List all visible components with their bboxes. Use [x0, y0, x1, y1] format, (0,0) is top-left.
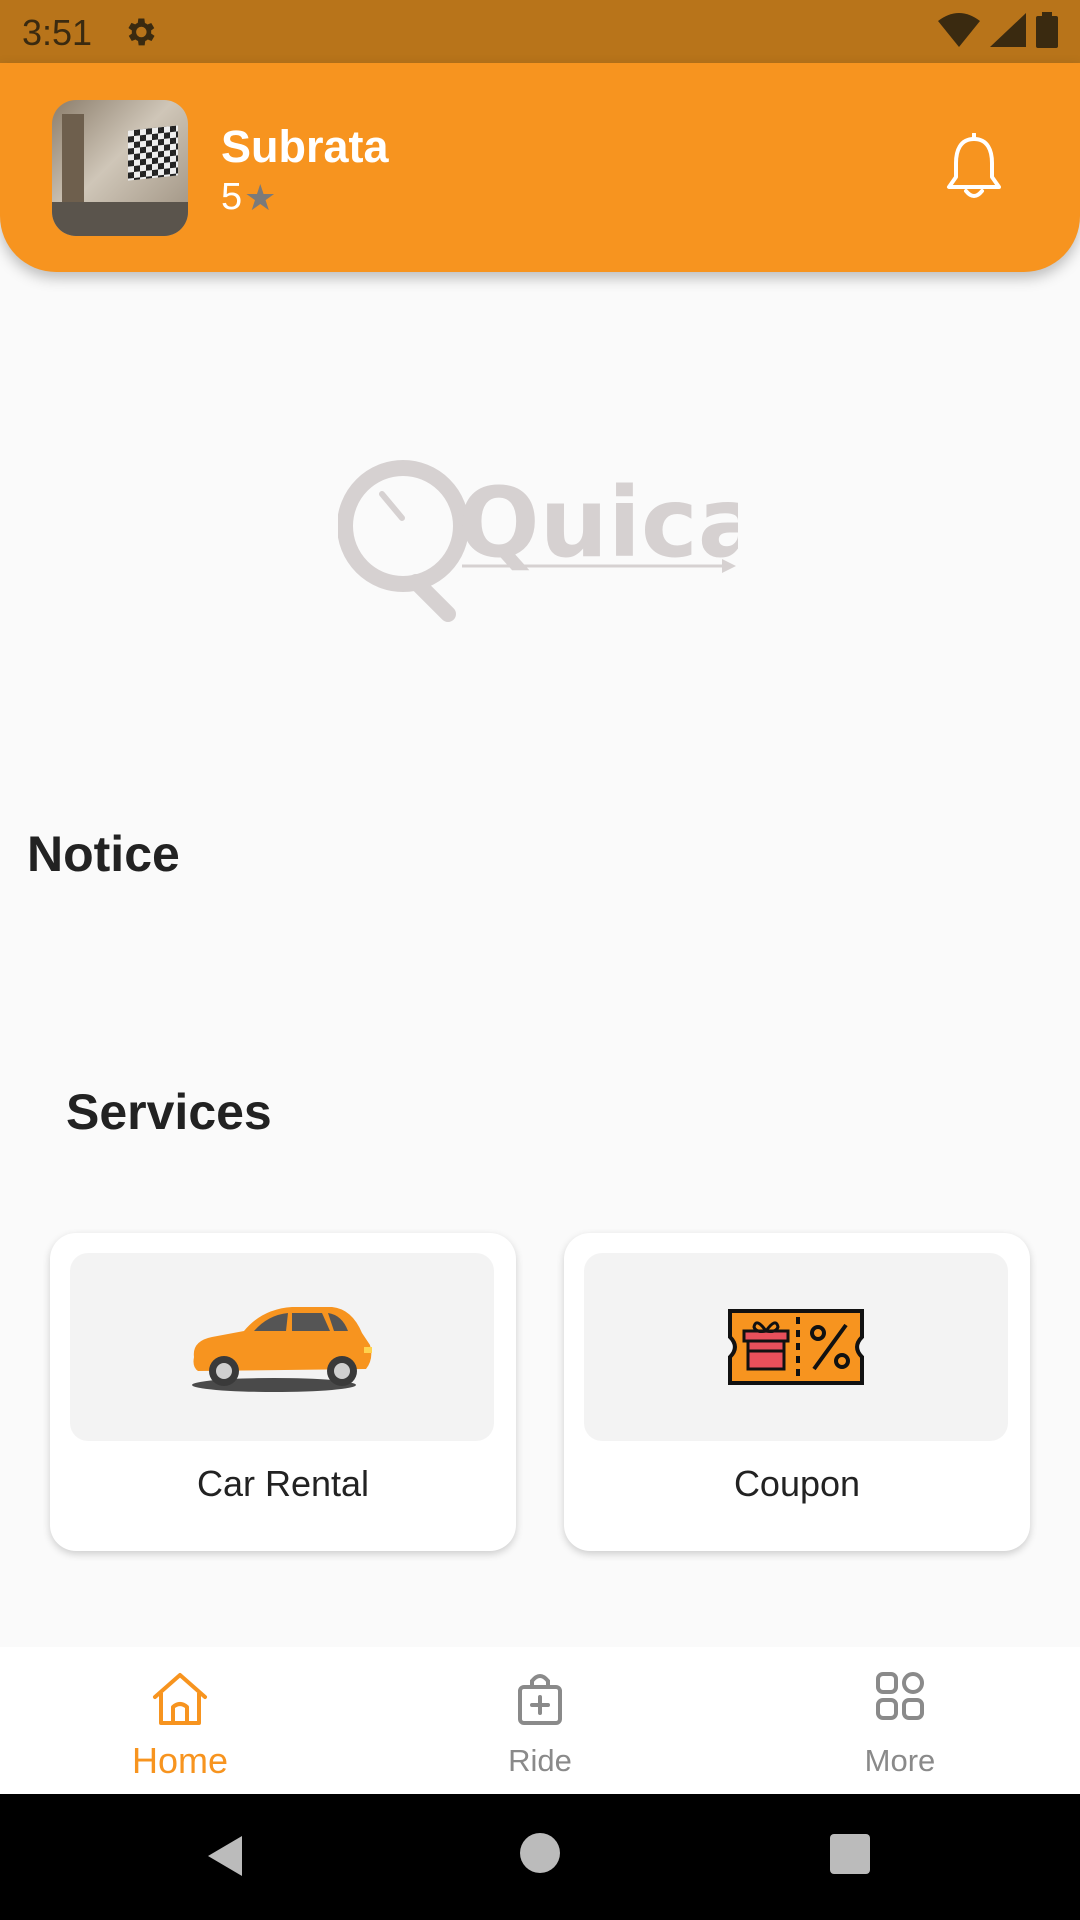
nav-label: Home [131, 1740, 229, 1781]
profile-header: Subrata 5 ★ [0, 63, 1080, 272]
quicar-logo: Quicar [338, 460, 738, 622]
avatar[interactable] [52, 100, 188, 236]
home-button[interactable] [520, 1833, 560, 1873]
user-name: Subrata [221, 121, 389, 172]
recents-button[interactable] [830, 1834, 870, 1874]
bag-plus-icon [518, 1674, 562, 1725]
logo-text: Quicar [458, 467, 738, 579]
gear-icon [128, 18, 155, 46]
service-card-car-rental[interactable]: Car Rental [50, 1233, 516, 1551]
battery-icon [1036, 12, 1058, 48]
bell-icon[interactable] [944, 133, 1004, 203]
coupon-icon [728, 1309, 864, 1385]
rating-value: 5 [221, 176, 243, 218]
nav-item-home[interactable]: Home [30, 1647, 330, 1794]
star-icon: ★ [244, 176, 277, 218]
notice-title: Notice [27, 826, 180, 882]
service-card-coupon[interactable]: Coupon [564, 1233, 1030, 1551]
nav-item-more[interactable]: More [750, 1647, 1050, 1794]
nav-label: More [864, 1743, 936, 1778]
car-icon [192, 1307, 372, 1392]
bottom-nav: Home Ride More [0, 1647, 1080, 1794]
service-label: Car Rental [196, 1463, 370, 1504]
services-title: Services [66, 1084, 272, 1140]
signal-icon [990, 13, 1026, 47]
back-icon[interactable] [204, 1834, 244, 1878]
grid-icon [876, 1672, 924, 1720]
nav-label: Ride [508, 1743, 572, 1778]
home-icon [153, 1673, 207, 1725]
service-label: Coupon [733, 1463, 861, 1504]
status-icons [938, 12, 1058, 48]
coupon-image [584, 1253, 1008, 1441]
status-bar: 3:51 [0, 0, 1080, 63]
wifi-icon [938, 13, 980, 47]
system-nav-bar [0, 1794, 1080, 1920]
car-rental-image [70, 1253, 494, 1441]
status-time: 3:51 [22, 12, 93, 53]
nav-item-ride[interactable]: Ride [390, 1647, 690, 1794]
user-rating: 5 ★ [221, 176, 276, 219]
